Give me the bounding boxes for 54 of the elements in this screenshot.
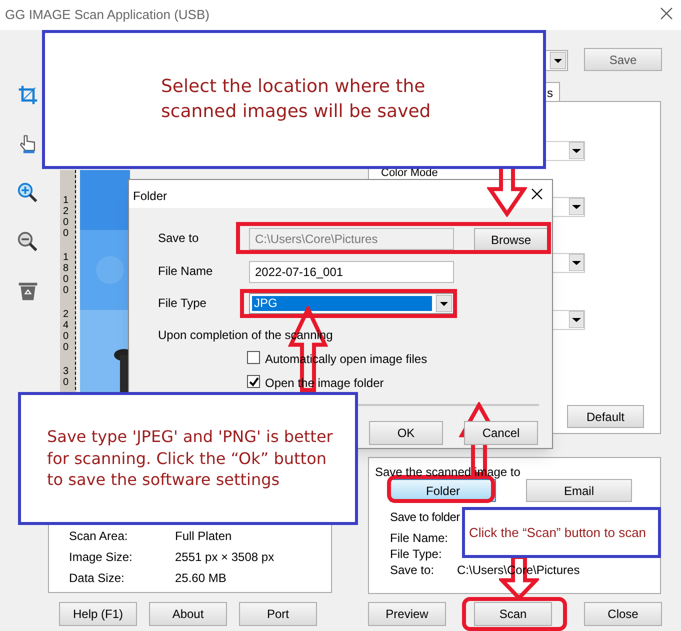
checkbox[interactable]: [247, 351, 260, 364]
dropdown-arrow-icon: [569, 142, 584, 159]
zoom-out-icon: [17, 231, 39, 253]
check-icon: [248, 376, 258, 386]
zoom-in-icon: [17, 182, 39, 204]
footer-button[interactable]: Help (F1): [59, 602, 137, 626]
callout-tooltip: Select the location where the scanned images will be saved: [42, 30, 546, 169]
dropdown-arrow-icon: [550, 52, 566, 69]
dialog-title: Folder: [133, 188, 168, 205]
ruler-label: 2400: [63, 309, 70, 353]
field-label: File Type: [158, 295, 206, 312]
input-field: C:\Users\Core\Pictures: [249, 228, 454, 250]
color-mode-label: Color Mode: [381, 168, 438, 179]
info-value: 25.60 MB: [175, 570, 226, 587]
file-type-select[interactable]: JPG: [249, 293, 454, 314]
field-label: File Name: [158, 263, 213, 280]
input-field[interactable]: 2022-07-16_001: [249, 261, 454, 283]
info-label: Scan Area:: [69, 528, 128, 545]
info-label: File Name:: [390, 530, 448, 547]
footer-button[interactable]: Port: [239, 602, 317, 626]
ruler-label: 1800: [63, 252, 70, 296]
field-label: Save to: [158, 230, 199, 247]
footer-button[interactable]: Scan: [474, 602, 552, 626]
dropdown-arrow-icon: [569, 311, 584, 328]
info-label: Image Size:: [69, 549, 132, 566]
dropdown-arrow-icon: [569, 254, 584, 271]
crop-icon: [17, 84, 39, 106]
dropdown-arrow-icon: [436, 295, 452, 312]
callout-tooltip: Save type 'JPEG' and 'PNG' is better for scanning. Click the “Ok” button to save the software settings: [18, 392, 358, 525]
window-title: GG IMAGE Scan Application (USB): [5, 6, 210, 24]
footer-button[interactable]: Preview: [368, 602, 446, 626]
footer-button[interactable]: About: [149, 602, 227, 626]
footer-button[interactable]: Close: [584, 602, 662, 626]
info-value: Full Platen: [175, 528, 232, 545]
ruler-label: 1200: [63, 195, 70, 239]
panel-subtitle: Save to folder: [390, 509, 460, 526]
checkbox[interactable]: [247, 375, 260, 388]
info-label: Data Size:: [69, 570, 124, 587]
dialog-button[interactable]: Cancel: [464, 421, 538, 445]
dropdown-arrow-icon: [569, 198, 584, 215]
close-icon: [660, 7, 673, 20]
info-value: 2551 px × 3508 px: [175, 549, 274, 566]
ruler-label: 30: [63, 366, 70, 388]
info-label: Save to:: [390, 562, 434, 579]
callout-tooltip: Click the “Scan” button to scan: [462, 507, 661, 558]
selected-value: JPG: [252, 296, 432, 311]
browse-button[interactable]: Browse: [474, 228, 548, 251]
info-label: File Type:: [390, 546, 442, 563]
close-icon: [531, 188, 543, 200]
destination-button[interactable]: Email: [526, 479, 632, 502]
default-button[interactable]: Default: [567, 405, 644, 428]
recycle-bin-icon: [17, 280, 39, 302]
save-button[interactable]: Save: [584, 48, 662, 71]
dialog-button[interactable]: OK: [369, 421, 443, 445]
